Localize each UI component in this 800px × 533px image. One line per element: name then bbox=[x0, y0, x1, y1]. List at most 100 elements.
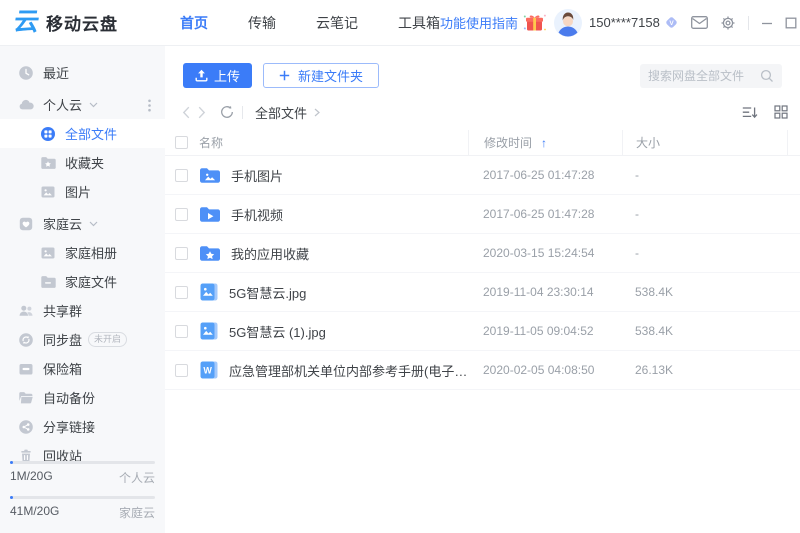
sort-asc-arrow-icon[interactable]: ↑ bbox=[541, 136, 547, 150]
chevron-down-icon[interactable] bbox=[89, 102, 98, 108]
sidebar-item-all-files[interactable]: 全部文件 bbox=[0, 119, 165, 148]
file-size: 538.4K bbox=[622, 324, 788, 338]
file-name[interactable]: 5G智慧云.jpg bbox=[229, 283, 306, 302]
family-files-icon bbox=[40, 274, 56, 290]
gift-icon[interactable] bbox=[523, 12, 547, 34]
sort-list-icon[interactable] bbox=[742, 106, 758, 119]
sidebar-item-favorites[interactable]: 收藏夹 bbox=[0, 148, 165, 177]
row-checkbox[interactable] bbox=[175, 364, 188, 377]
table-row[interactable]: 手机视频 2017-06-25 01:47:28 - bbox=[165, 195, 800, 234]
file-size: - bbox=[622, 207, 788, 221]
user-avatar[interactable] bbox=[554, 9, 582, 37]
usage-guide-link[interactable]: 功能使用指南 bbox=[440, 13, 518, 32]
file-name[interactable]: 手机视频 bbox=[231, 205, 283, 224]
sidebar-item-share-links[interactable]: 分享链接 bbox=[0, 412, 165, 441]
row-checkbox[interactable] bbox=[175, 325, 188, 338]
storage-section: 1M/20G 个人云 41M/20G 家庭云 bbox=[0, 451, 165, 533]
folder-image-icon bbox=[199, 167, 221, 184]
sidebar-item-shared-groups[interactable]: 共享群 bbox=[0, 296, 165, 325]
vip-badge-icon[interactable]: V bbox=[664, 15, 679, 30]
main-layout: 最近 个人云 全部文件 收藏夹 bbox=[0, 46, 800, 533]
sidebar-item-auto-backup[interactable]: 自动备份 bbox=[0, 383, 165, 412]
column-header-name[interactable]: 名称 bbox=[199, 134, 223, 151]
file-modified-time: 2017-06-25 01:47:28 bbox=[468, 207, 622, 221]
sidebar-item-safe-box[interactable]: 保险箱 bbox=[0, 354, 165, 383]
cloud-logo-icon: 云 bbox=[12, 10, 41, 35]
tab-cloud-notes[interactable]: 云笔记 bbox=[316, 13, 358, 33]
file-name[interactable]: 手机图片 bbox=[231, 166, 283, 185]
sidebar-item-sync-disk[interactable]: 同步盘 未开启 bbox=[0, 325, 165, 354]
tab-toolbox[interactable]: 工具箱 bbox=[398, 13, 440, 33]
image-file-icon bbox=[199, 282, 219, 302]
app-title: 移动云盘 bbox=[46, 10, 118, 35]
sidebar-item-pictures[interactable]: 图片 bbox=[0, 177, 165, 206]
search-input[interactable] bbox=[648, 69, 760, 83]
share-link-icon bbox=[18, 419, 34, 435]
new-folder-button-label: 新建文件夹 bbox=[298, 66, 363, 85]
svg-text:V: V bbox=[669, 20, 674, 27]
sidebar: 最近 个人云 全部文件 收藏夹 bbox=[0, 46, 165, 533]
breadcrumb-chevron-icon bbox=[314, 108, 320, 117]
folder-video-icon bbox=[199, 206, 221, 223]
forward-button[interactable] bbox=[194, 106, 210, 119]
sidebar-item-label: 保险箱 bbox=[43, 359, 82, 378]
chevron-down-icon[interactable] bbox=[89, 221, 98, 227]
app-logo: 云 移动云盘 bbox=[14, 10, 142, 35]
family-cloud-icon bbox=[18, 216, 34, 232]
sidebar-item-label: 家庭文件 bbox=[65, 272, 117, 291]
folder-star-icon bbox=[199, 245, 221, 262]
select-all-checkbox[interactable] bbox=[175, 136, 188, 149]
family-storage-scope: 家庭云 bbox=[119, 504, 155, 521]
grid-view-icon[interactable] bbox=[774, 105, 788, 119]
column-header-size[interactable]: 大小 bbox=[636, 134, 660, 151]
sidebar-item-recent[interactable]: 最近 bbox=[0, 58, 165, 87]
all-files-icon bbox=[40, 126, 56, 142]
row-checkbox[interactable] bbox=[175, 286, 188, 299]
sidebar-item-label: 同步盘 bbox=[43, 330, 82, 349]
refresh-icon[interactable] bbox=[220, 105, 234, 119]
file-name[interactable]: 5G智慧云 (1).jpg bbox=[229, 322, 326, 341]
sidebar-item-label: 全部文件 bbox=[65, 124, 117, 143]
table-row[interactable]: 5G智慧云 (1).jpg 2019-11-05 09:04:52 538.4K bbox=[165, 312, 800, 351]
upload-button[interactable]: 上传 bbox=[183, 63, 252, 88]
file-name[interactable]: 我的应用收藏 bbox=[231, 244, 309, 263]
table-row[interactable]: W 应急管理部机关单位内部参考手册(电子版).docx 2020-02-05 0… bbox=[165, 351, 800, 390]
back-button[interactable] bbox=[178, 106, 194, 119]
table-row[interactable]: 手机图片 2017-06-25 01:47:28 - bbox=[165, 156, 800, 195]
sidebar-item-label: 家庭相册 bbox=[65, 243, 117, 262]
file-name[interactable]: 应急管理部机关单位内部参考手册(电子版).docx bbox=[229, 361, 468, 380]
sidebar-item-personal-cloud[interactable]: 个人云 bbox=[0, 90, 165, 119]
mail-icon[interactable] bbox=[691, 16, 708, 29]
sync-disk-icon bbox=[18, 332, 34, 348]
sidebar-item-label: 图片 bbox=[65, 182, 91, 201]
sidebar-item-family-album[interactable]: 家庭相册 bbox=[0, 238, 165, 267]
table-row[interactable]: 5G智慧云.jpg 2019-11-04 23:30:14 538.4K bbox=[165, 273, 800, 312]
account-phone[interactable]: 150****7158 bbox=[589, 15, 660, 30]
upload-button-label: 上传 bbox=[214, 66, 240, 85]
file-modified-time: 2019-11-05 09:04:52 bbox=[468, 324, 622, 338]
row-checkbox[interactable] bbox=[175, 169, 188, 182]
sidebar-item-family-cloud[interactable]: 家庭云 bbox=[0, 209, 165, 238]
new-folder-button[interactable]: 新建文件夹 bbox=[263, 63, 379, 88]
search-box[interactable] bbox=[640, 64, 782, 88]
tab-transfer[interactable]: 传输 bbox=[248, 13, 276, 33]
family-album-icon bbox=[40, 245, 56, 261]
mobile-cloud-drive-app: { "topbar": { "logo_text": "移动云盘", "logo… bbox=[0, 0, 800, 533]
file-modified-time: 2019-11-04 23:30:14 bbox=[468, 285, 622, 299]
file-size: - bbox=[622, 246, 788, 260]
window-maximize-button[interactable] bbox=[785, 17, 797, 29]
tab-home[interactable]: 首页 bbox=[180, 13, 208, 33]
breadcrumb-current[interactable]: 全部文件 bbox=[255, 103, 307, 122]
settings-gear-icon[interactable] bbox=[720, 15, 736, 31]
action-toolbar: 上传 新建文件夹 bbox=[165, 46, 800, 88]
search-icon[interactable] bbox=[760, 69, 774, 83]
favorites-folder-icon bbox=[40, 155, 56, 171]
table-row[interactable]: 我的应用收藏 2020-03-15 15:24:54 - bbox=[165, 234, 800, 273]
row-checkbox[interactable] bbox=[175, 247, 188, 260]
kebab-menu-icon[interactable] bbox=[148, 99, 151, 112]
row-checkbox[interactable] bbox=[175, 208, 188, 221]
sidebar-item-family-files[interactable]: 家庭文件 bbox=[0, 267, 165, 296]
window-minimize-button[interactable] bbox=[761, 17, 773, 29]
column-header-time[interactable]: 修改时间 bbox=[484, 134, 532, 151]
auto-backup-icon bbox=[18, 390, 34, 406]
